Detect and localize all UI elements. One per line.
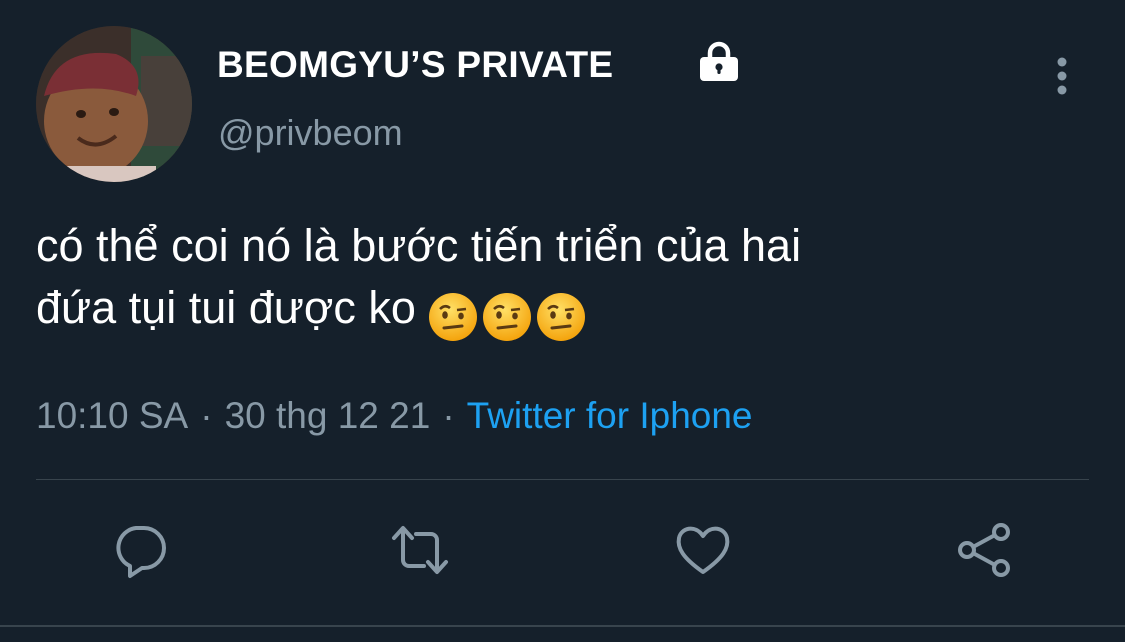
tweet-text: có thể coi nó là bước tiến triển của hai…: [36, 215, 1096, 345]
raised-eyebrow-emoji-icon: [428, 293, 477, 342]
share-icon[interactable]: [955, 520, 1015, 580]
raised-eyebrow-emoji-icon: [536, 293, 585, 342]
divider: [36, 479, 1089, 480]
like-icon[interactable]: [673, 520, 733, 580]
lock-icon: [700, 41, 738, 81]
raised-eyebrow-emoji-icon: [482, 293, 531, 342]
tweet-text-line-2-words: đứa tụi tui được ko: [36, 282, 416, 333]
bottom-divider: [0, 625, 1125, 627]
tweet-detail: BEOMGYU’S PRIVATE @privbeom có thể coi n…: [0, 0, 1125, 642]
meta-separator: ·: [200, 395, 213, 436]
retweet-icon[interactable]: [390, 520, 450, 580]
reply-icon[interactable]: [110, 520, 170, 580]
tweet-text-line-1: có thể coi nó là bước tiến triển của hai: [36, 220, 802, 271]
tweet-meta: 10:10 SA · 30 thg 12 21 · Twitter for Iphone: [36, 395, 753, 437]
handle[interactable]: @privbeom: [218, 112, 403, 154]
tweet-date[interactable]: 30 thg 12 21: [225, 395, 431, 436]
tweet-time[interactable]: 10:10 SA: [36, 395, 188, 436]
meta-separator: ·: [442, 395, 455, 436]
avatar[interactable]: [36, 26, 192, 182]
tweet-text-line-2: đứa tụi tui được ko: [36, 277, 1096, 345]
tweet-source-link[interactable]: Twitter for Iphone: [467, 395, 753, 436]
display-name[interactable]: BEOMGYU’S PRIVATE: [217, 44, 613, 86]
more-options-icon[interactable]: [1050, 56, 1074, 96]
emoji-group: [428, 283, 590, 345]
